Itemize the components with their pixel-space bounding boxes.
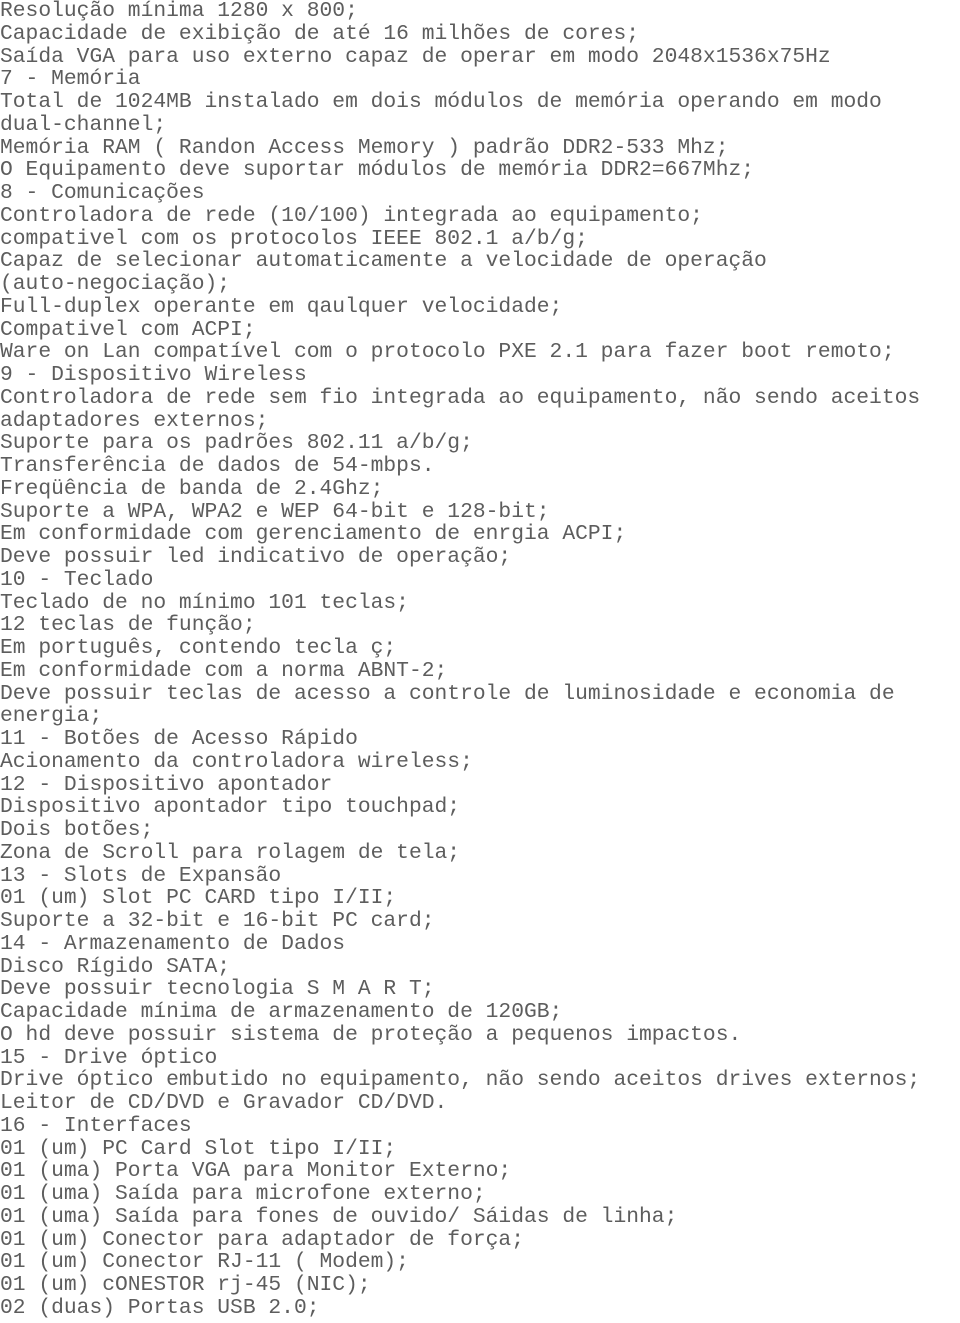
spec-line: Freqüência de banda de 2.4Ghz; (0, 476, 384, 501)
spec-line: Em português, contendo tecla ç; (0, 636, 397, 660)
spec-line: Deve possuir tecnologia S M A R T; (0, 977, 435, 1002)
spec-line: 01 (um) Conector para adaptador de força… (0, 1227, 524, 1252)
spec-line: 01 (uma) Saída para fones de ouvido/ Sái… (0, 1204, 678, 1229)
spec-line: 8 - Comunicações (0, 181, 205, 205)
spec-line: Deve possuir teclas de acesso a controle… (0, 681, 895, 706)
spec-line: 01 (um) PC Card Slot tipo I/II; (0, 1136, 397, 1161)
spec-line: Resolução mínima 1280 x 800; (0, 0, 358, 23)
spec-line: Suporte a 32-bit e 16-bit PC card; (0, 909, 435, 933)
spec-line: Capacidade mínima de armazenamento de 12… (0, 1000, 563, 1024)
spec-line: Capaz de selecionar automaticamente a ve… (0, 249, 767, 274)
spec-line: Total de 1024MB instalado em dois módulo… (0, 90, 882, 114)
spec-line: energia; (0, 704, 103, 729)
spec-line: 01 (um) Slot PC CARD tipo I/II; (0, 886, 397, 911)
spec-line: (auto-negociação); (0, 272, 231, 296)
spec-line: 10 - Teclado (0, 567, 154, 592)
spec-line: 01 (uma) Saída para microfone externo; (0, 1182, 486, 1206)
spec-line: dual-channel; (0, 112, 167, 137)
spec-line: Teclado de no mínimo 101 teclas; (0, 590, 409, 615)
spec-line: adaptadores externos; (0, 408, 269, 433)
spec-line: Controladora de rede sem fio integrada a… (0, 385, 921, 410)
spec-line: Leitor de CD/DVD e Gravador CD/DVD. (0, 1091, 448, 1115)
spec-line: 14 - Armazenamento de Dados (0, 931, 346, 956)
spec-line: Drive óptico embutido no equipamento, nã… (0, 1068, 921, 1093)
spec-line: 02 (duas) Portas USB 2.0; (0, 1295, 320, 1320)
spec-line: Em conformidade com gerenciamento de enr… (0, 522, 627, 547)
spec-line: 16 - Interfaces (0, 1113, 192, 1138)
spec-line: Deve possuir led indicativo de operação; (0, 545, 512, 569)
spec-line: Full-duplex operante em qaulquer velocid… (0, 294, 563, 319)
spec-line: Disco Rígido SATA; (0, 954, 231, 979)
document-page: Resolução mínima 1280 x 800; Capacidade d… (0, 0, 960, 1323)
spec-line: Zona de Scroll para rolagem de tela; (0, 840, 461, 865)
spec-line: O Equipamento deve suportar módulos de m… (0, 158, 755, 183)
spec-line: 15 - Drive óptico (0, 1045, 218, 1070)
spec-line: 7 - Memória (0, 67, 141, 92)
spec-line: 12 teclas de função; (0, 613, 256, 638)
spec-line: 9 - Dispositivo Wireless (0, 363, 307, 387)
spec-line: Saída VGA para uso externo capaz de oper… (0, 44, 831, 69)
spec-line: 12 - Dispositivo apontador (0, 772, 333, 797)
spec-line: 11 - Botões de Acesso Rápido (0, 727, 358, 751)
spec-line: Controladora de rede (10/100) integrada … (0, 203, 703, 228)
spec-line: 13 - Slots de Expansão (0, 863, 282, 888)
spec-line: Dispositivo apontador tipo touchpad; (0, 795, 461, 820)
spec-line: compativel com os protocolos IEEE 802.1 … (0, 226, 588, 251)
spec-line: Capacidade de exibição de até 16 milhões… (0, 21, 640, 46)
spec-line: Em conformidade com a norma ABNT-2; (0, 658, 448, 683)
spec-line: O hd deve possuir sistema de proteção a … (0, 1022, 742, 1047)
spec-line: Dois botões; (0, 818, 154, 842)
spec-line: Suporte a WPA, WPA2 e WEP 64-bit e 128-b… (0, 499, 550, 524)
spec-line: 01 (um) Conector RJ-11 ( Modem); (0, 1250, 409, 1275)
spec-line: Acionamento da controladora wireless; (0, 749, 473, 774)
spec-line: Transferência de dados de 54-mbps. (0, 454, 435, 478)
specification-text-block: Resolução mínima 1280 x 800; Capacidade d… (0, 0, 960, 1320)
spec-line: Suporte para os padrões 802.11 a/b/g; (0, 431, 473, 456)
spec-line: 01 (um) cONESTOR rj-45 (NIC); (0, 1273, 371, 1297)
spec-line: Memória RAM ( Randon Access Memory ) pad… (0, 135, 729, 160)
spec-line: Compativel com ACPI; (0, 317, 256, 342)
spec-line: Ware on Lan compatível com o protocolo P… (0, 340, 895, 365)
spec-line: 01 (uma) Porta VGA para Monitor Externo; (0, 1159, 512, 1184)
